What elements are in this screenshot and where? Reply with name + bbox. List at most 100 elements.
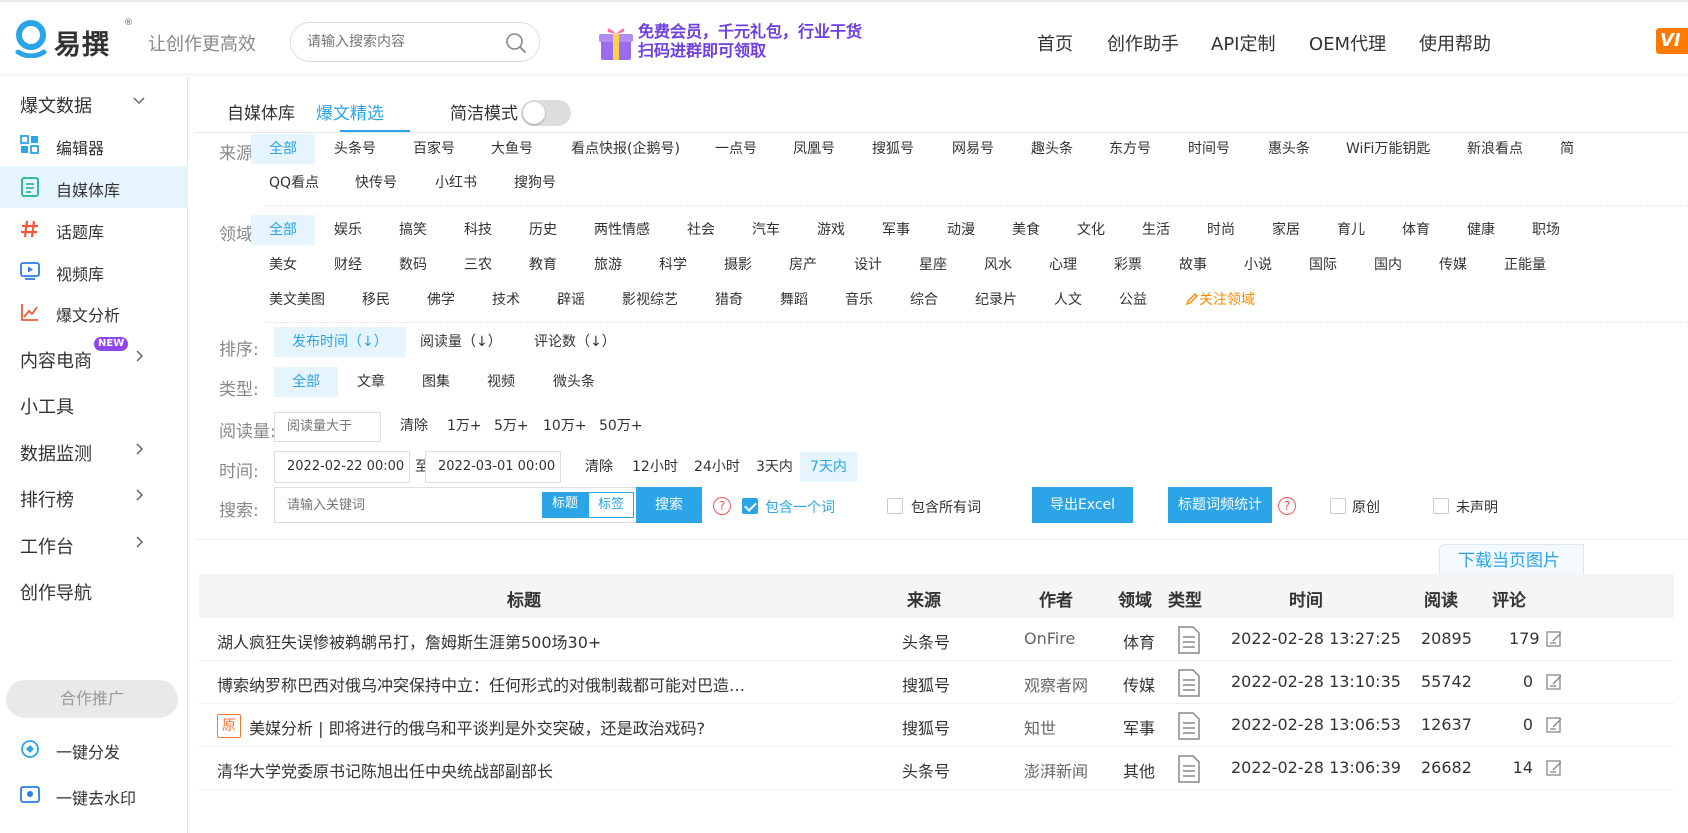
edit-note-icon[interactable]	[1546, 630, 1564, 648]
domain-option[interactable]: 美女	[269, 250, 297, 280]
domain-option[interactable]: 设计	[854, 250, 882, 280]
tab-media-library[interactable]: 自媒体库	[227, 99, 295, 124]
domain-option[interactable]: 全部	[251, 215, 315, 245]
domain-option[interactable]: 军事	[882, 215, 910, 245]
header-search-input[interactable]	[305, 32, 495, 52]
reads-min-input[interactable]	[274, 412, 381, 442]
table-row[interactable]: 湖人疯狂失误惨被鹈鹕吊打，詹姆斯生涯第500场30+ 头条号 OnFire 体育 20…	[199, 618, 1674, 661]
search-icon[interactable]	[505, 32, 527, 54]
follow-domain-link[interactable]: 关注领域	[1185, 285, 1255, 315]
vip-badge[interactable]: VI	[1656, 28, 1688, 54]
type-micro[interactable]: 微头条	[553, 367, 595, 397]
domain-option[interactable]: 移民	[362, 285, 390, 315]
reads-10k[interactable]: 1万+	[447, 411, 482, 441]
domain-option[interactable]: 搞笑	[399, 215, 427, 245]
domain-option[interactable]: 佛学	[427, 285, 455, 315]
source-option[interactable]: 时间号	[1188, 134, 1230, 164]
time-3d[interactable]: 3天内	[756, 452, 793, 482]
domain-option[interactable]: 美食	[1012, 215, 1040, 245]
domain-option[interactable]: 教育	[529, 250, 557, 280]
sidebar-item-hot-analysis[interactable]: 爆文分析	[0, 291, 188, 333]
reads-500k[interactable]: 50万+	[599, 411, 643, 441]
download-images-button[interactable]: 下载当页图片	[1439, 544, 1584, 578]
contains-all-checkbox[interactable]	[887, 498, 903, 514]
source-option[interactable]: 大鱼号	[491, 134, 533, 164]
search-scope-title[interactable]: 标题	[542, 492, 588, 518]
col-domain[interactable]: 领域	[1118, 586, 1152, 611]
domain-option[interactable]: 故事	[1179, 250, 1207, 280]
type-gallery[interactable]: 图集	[422, 367, 450, 397]
domain-option[interactable]: 心理	[1049, 250, 1077, 280]
domain-option[interactable]: 彩票	[1114, 250, 1142, 280]
domain-option[interactable]: 汽车	[752, 215, 780, 245]
nav-oem-agent[interactable]: OEM代理	[1309, 30, 1386, 56]
domain-option[interactable]: 数码	[399, 250, 427, 280]
sidebar-item-media-library[interactable]: 自媒体库	[0, 166, 188, 208]
domain-option[interactable]: 国内	[1374, 250, 1402, 280]
edit-note-icon[interactable]	[1546, 673, 1564, 691]
domain-option[interactable]: 财经	[334, 250, 362, 280]
source-option[interactable]: 东方号	[1109, 134, 1151, 164]
row-title[interactable]: 博索纳罗称巴西对俄乌冲突保持中立：任何形式的对俄制裁都可能对巴造…	[217, 672, 745, 696]
domain-option[interactable]: 正能量	[1504, 250, 1546, 280]
domain-option[interactable]: 健康	[1467, 215, 1495, 245]
source-option[interactable]: 全部	[251, 134, 315, 164]
original-checkbox[interactable]	[1330, 498, 1346, 514]
sidebar-group-rankings[interactable]: 排行榜	[0, 475, 188, 517]
domain-option[interactable]: 影视综艺	[622, 285, 678, 315]
domain-option[interactable]: 家居	[1272, 215, 1300, 245]
domain-option[interactable]: 房产	[789, 250, 817, 280]
word-freq-button[interactable]: 标题词频统计	[1168, 487, 1272, 523]
nav-home[interactable]: 首页	[1037, 30, 1073, 56]
type-video[interactable]: 视频	[487, 367, 515, 397]
contains-one-checkbox[interactable]	[742, 498, 758, 514]
source-option[interactable]: 百家号	[413, 134, 455, 164]
source-option[interactable]: 一点号	[715, 134, 757, 164]
time-from-input[interactable]: 2022-02-22 00:00	[274, 451, 410, 483]
source-option[interactable]: 网易号	[952, 134, 994, 164]
logo[interactable]: 易撰 ®	[14, 18, 133, 61]
time-7d[interactable]: 7天内	[800, 452, 857, 482]
domain-option[interactable]: 星座	[919, 250, 947, 280]
sidebar-item-editor[interactable]: 编辑器	[0, 124, 188, 166]
type-article[interactable]: 文章	[357, 367, 385, 397]
export-excel-button[interactable]: 导出Excel	[1032, 487, 1133, 523]
row-author[interactable]: 观察者网	[1024, 672, 1088, 696]
source-option[interactable]: 搜狐号	[872, 134, 914, 164]
sidebar-group-tools[interactable]: 小工具	[0, 382, 188, 424]
domain-option[interactable]: 美文美图	[269, 285, 325, 315]
domain-option[interactable]: 文化	[1077, 215, 1105, 245]
col-title[interactable]: 标题	[507, 586, 541, 611]
time-to-input[interactable]: 2022-03-01 00:00	[425, 451, 561, 483]
sort-reads[interactable]: 阅读量（↓）	[420, 327, 502, 357]
reads-50k[interactable]: 5万+	[494, 411, 529, 441]
domain-option[interactable]: 风水	[984, 250, 1012, 280]
tab-hot-picks[interactable]: 爆文精选	[316, 99, 384, 124]
nav-writing-assistant[interactable]: 创作助手	[1107, 30, 1179, 56]
help-icon[interactable]: ?	[713, 497, 731, 515]
sidebar-group-hot-data[interactable]: 爆文数据	[0, 81, 188, 123]
row-author[interactable]: 澎湃新闻	[1024, 758, 1088, 782]
row-author[interactable]: 知世	[1024, 715, 1056, 739]
nav-api-custom[interactable]: API定制	[1211, 30, 1275, 56]
row-title[interactable]: 清华大学党委原书记陈旭出任中央统战部副部长	[217, 758, 553, 782]
header-search-box[interactable]	[290, 22, 540, 62]
time-24h[interactable]: 24小时	[694, 452, 740, 482]
col-reads[interactable]: 阅读	[1424, 586, 1458, 611]
sidebar-item-video-library[interactable]: 视频库	[0, 250, 188, 292]
coop-promo-button[interactable]: 合作推广	[6, 680, 178, 718]
domain-option[interactable]: 科技	[464, 215, 492, 245]
domain-option[interactable]: 科学	[659, 250, 687, 280]
domain-option[interactable]: 国际	[1309, 250, 1337, 280]
sort-comments[interactable]: 评论数（↓）	[534, 327, 616, 357]
domain-option[interactable]: 猎奇	[715, 285, 743, 315]
domain-option[interactable]: 生活	[1142, 215, 1170, 245]
edit-note-icon[interactable]	[1546, 759, 1564, 777]
sidebar-group-monitoring[interactable]: 数据监测	[0, 429, 188, 471]
domain-option[interactable]: 人文	[1054, 285, 1082, 315]
row-author[interactable]: OnFire	[1024, 629, 1075, 648]
sidebar-tool-distribute[interactable]: 一键分发	[0, 728, 188, 770]
source-option[interactable]: WiFi万能钥匙	[1346, 134, 1430, 164]
domain-option[interactable]: 旅游	[594, 250, 622, 280]
sidebar-group-ecommerce[interactable]: 内容电商 NEW	[0, 336, 188, 378]
